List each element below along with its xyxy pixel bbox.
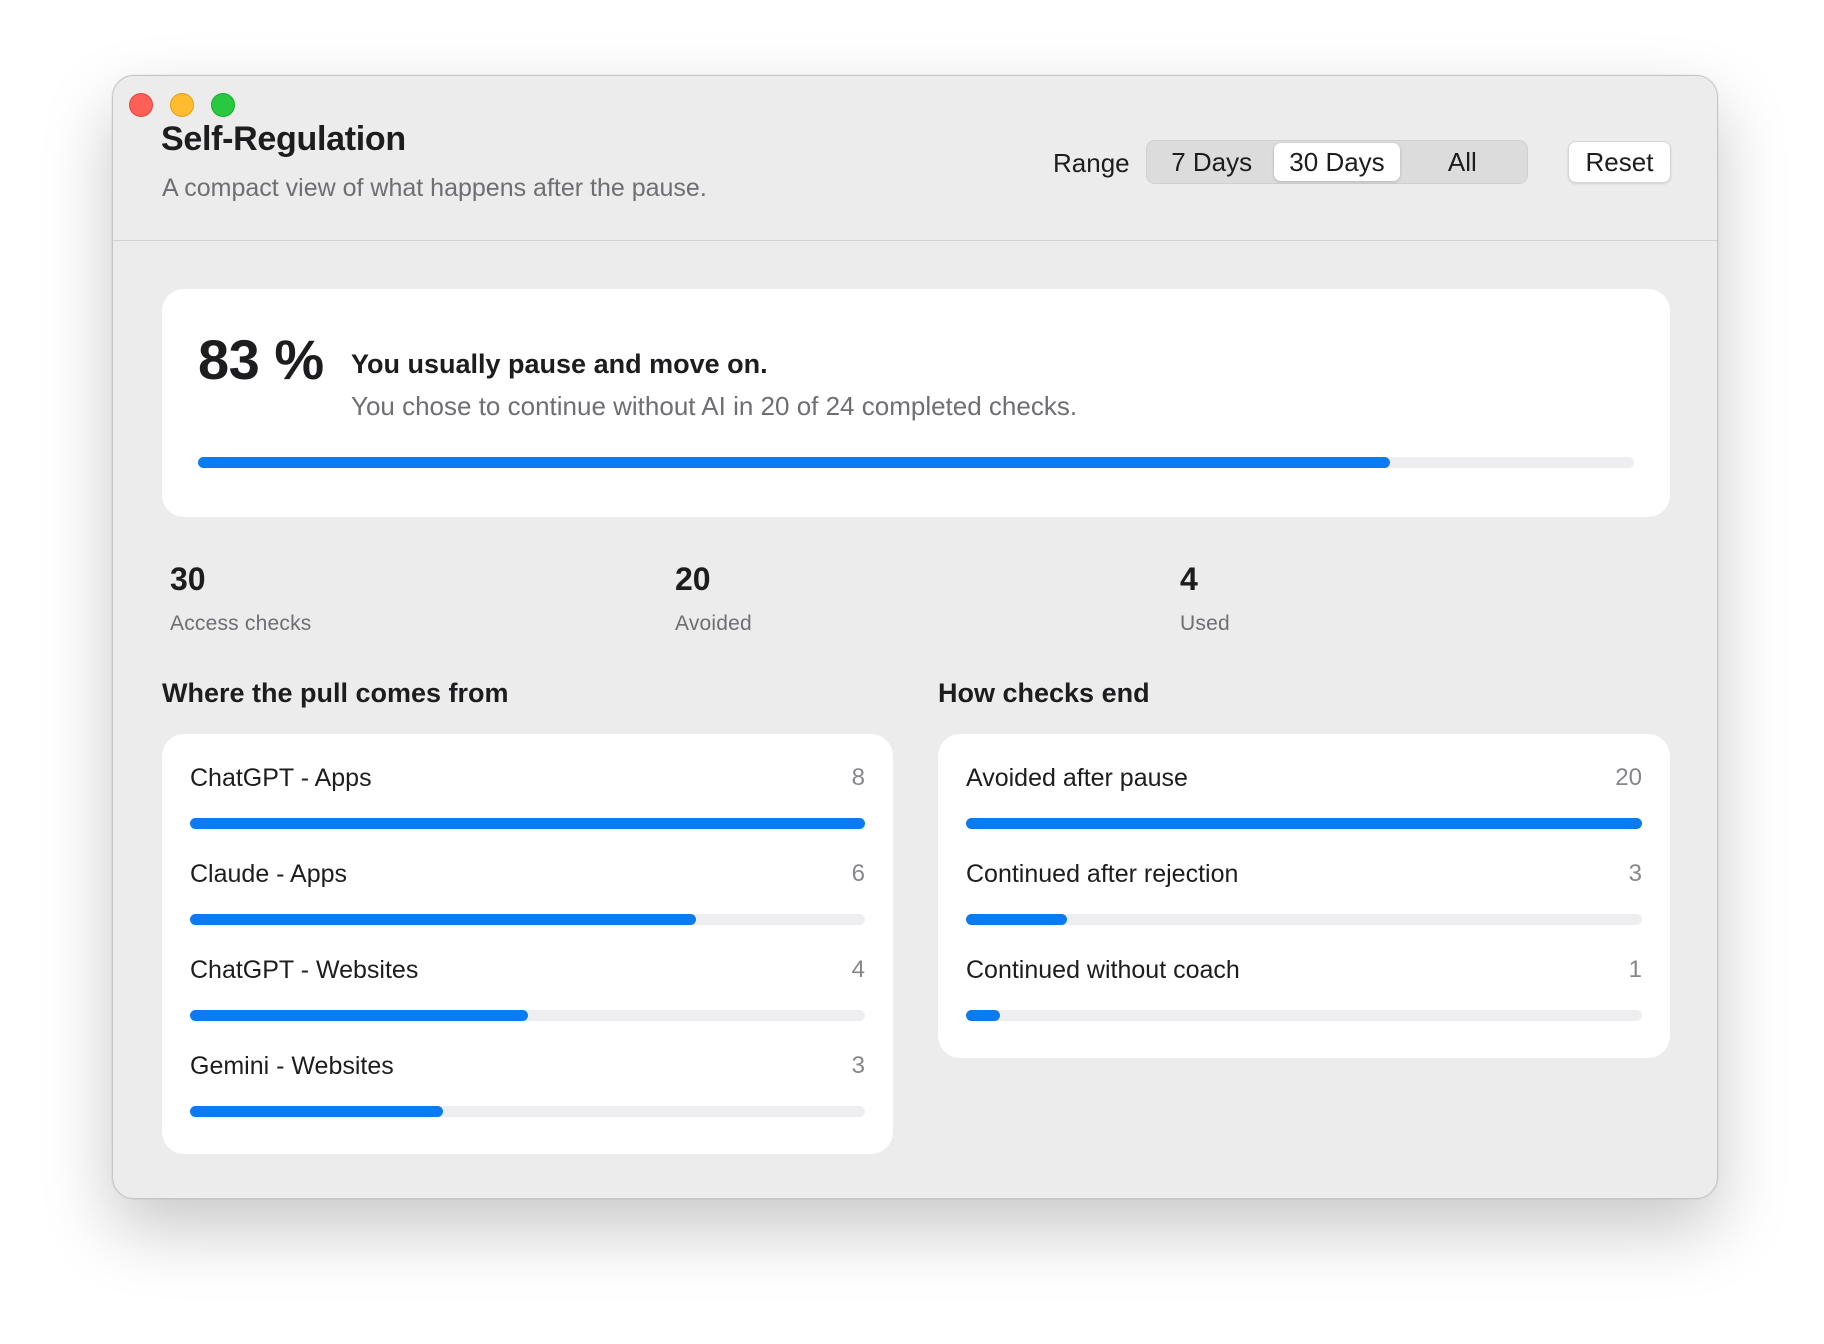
- source-count: 6: [851, 860, 865, 887]
- window-controls: [129, 93, 235, 117]
- check-outcomes-title: How checks end: [938, 678, 1150, 708]
- list-item: Claude - Apps 6: [190, 860, 865, 950]
- outcome-bar: [966, 914, 1642, 925]
- stat-label: Avoided: [675, 612, 752, 635]
- close-window-button[interactable]: [129, 93, 153, 117]
- range-option-7-days[interactable]: 7 Days: [1149, 143, 1274, 181]
- source-bar-fill: [190, 818, 865, 829]
- summary-progress-fill: [198, 457, 1390, 468]
- outcome-bar: [966, 818, 1642, 829]
- source-bar-fill: [190, 1010, 528, 1021]
- source-label: Gemini - Websites: [190, 1052, 394, 1080]
- stat-label: Access checks: [170, 612, 312, 635]
- stat-used: 4 Used: [1180, 561, 1230, 636]
- list-item: ChatGPT - Websites 4: [190, 956, 865, 1046]
- outcome-count: 20: [1615, 764, 1642, 791]
- summary-detail: You chose to continue without AI in 20 o…: [351, 391, 1078, 421]
- source-count: 8: [851, 764, 865, 791]
- source-label: ChatGPT - Websites: [190, 956, 419, 984]
- list-item: Continued after rejection 3: [966, 860, 1642, 950]
- list-item: Continued without coach 1: [966, 956, 1642, 1046]
- outcome-bar-fill: [966, 818, 1642, 829]
- check-outcomes-card: Avoided after pause 20 Continued after r…: [938, 734, 1670, 1058]
- reset-button[interactable]: Reset: [1568, 141, 1671, 183]
- stat-value: 30: [170, 561, 206, 597]
- outcome-label: Continued after rejection: [966, 860, 1239, 888]
- source-bar: [190, 914, 865, 925]
- outcome-bar: [966, 1010, 1642, 1021]
- summary-progress-bar: [198, 457, 1634, 468]
- outcome-count: 3: [1628, 860, 1642, 887]
- stat-access-checks: 30 Access checks: [170, 561, 311, 636]
- range-option-all[interactable]: All: [1400, 143, 1525, 181]
- outcome-label: Continued without coach: [966, 956, 1240, 984]
- source-bar-fill: [190, 1106, 444, 1117]
- outcome-count: 1: [1628, 956, 1642, 983]
- minimize-window-button[interactable]: [170, 93, 194, 117]
- summary-headline: You usually pause and move on.: [351, 349, 768, 379]
- source-bar: [190, 818, 865, 829]
- stat-label: Used: [1180, 612, 1230, 635]
- pull-sources-card: ChatGPT - Apps 8 Claude - Apps 6 ChatGPT…: [162, 734, 893, 1154]
- list-item: ChatGPT - Apps 8: [190, 764, 865, 854]
- list-item: Gemini - Websites 3: [190, 1052, 865, 1142]
- app-window: Self-Regulation A compact view of what h…: [112, 75, 1718, 1199]
- source-bar: [190, 1106, 865, 1117]
- summary-percent: 83 %: [198, 328, 324, 391]
- source-count: 4: [851, 956, 865, 983]
- stat-avoided: 20 Avoided: [675, 561, 752, 636]
- outcome-bar-fill: [966, 1010, 1000, 1021]
- source-label: ChatGPT - Apps: [190, 764, 372, 792]
- range-option-30-days[interactable]: 30 Days: [1274, 143, 1400, 181]
- stat-value: 20: [675, 561, 711, 597]
- pull-sources-title: Where the pull comes from: [162, 678, 509, 708]
- range-segmented-control: 7 Days 30 Days All: [1146, 140, 1528, 184]
- summary-card: 83 % You usually pause and move on. You …: [162, 289, 1670, 517]
- source-bar-fill: [190, 914, 697, 925]
- outcome-bar-fill: [966, 914, 1068, 925]
- list-item: Avoided after pause 20: [966, 764, 1642, 854]
- zoom-window-button[interactable]: [211, 93, 235, 117]
- page-title: Self-Regulation: [161, 120, 406, 158]
- source-label: Claude - Apps: [190, 860, 348, 888]
- page-subtitle: A compact view of what happens after the…: [162, 174, 707, 202]
- source-count: 3: [851, 1052, 865, 1079]
- source-bar: [190, 1010, 865, 1021]
- title-bar: Self-Regulation A compact view of what h…: [113, 76, 1717, 241]
- outcome-label: Avoided after pause: [966, 764, 1188, 792]
- stat-value: 4: [1180, 561, 1198, 597]
- range-label: Range: [1053, 148, 1130, 178]
